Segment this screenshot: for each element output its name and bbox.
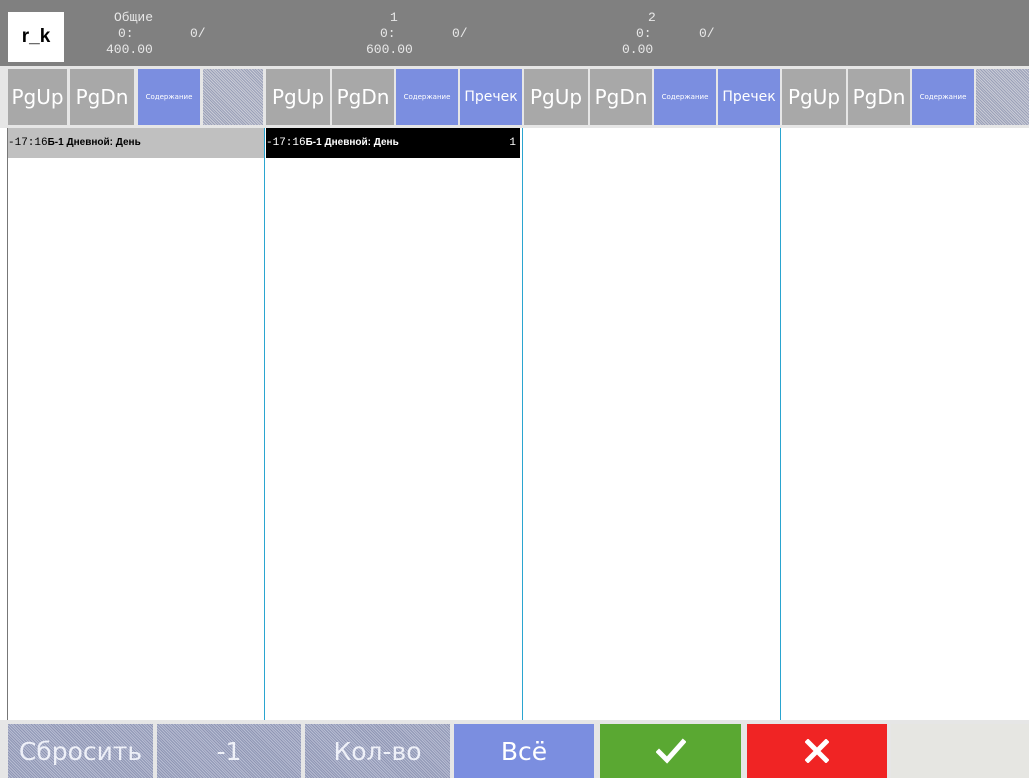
close-icon <box>805 739 829 763</box>
order-time: -17:16 <box>8 137 48 149</box>
pgup-button[interactable]: PgUp <box>266 69 330 125</box>
station-count: 0: <box>636 26 652 41</box>
pgdn-button[interactable]: PgDn <box>848 69 910 125</box>
contents-button[interactable]: Содержание <box>912 69 974 125</box>
checkmark-icon <box>655 738 686 764</box>
order-time: -17:16 <box>266 137 306 149</box>
confirm-button[interactable] <box>600 724 741 778</box>
column-divider <box>522 128 523 720</box>
reset-button[interactable]: Сбросить <box>8 724 153 778</box>
left-border <box>7 128 8 720</box>
station-sent: 0/ <box>452 26 468 41</box>
contents-button[interactable]: Содержание <box>654 69 716 125</box>
column-divider <box>264 128 265 720</box>
station-sum: 400.00 <box>106 42 153 57</box>
pgdn-button[interactable]: PgDn <box>70 69 134 125</box>
contents-button[interactable]: Содержание <box>138 69 200 125</box>
action-bar: Сбросить -1 Кол-во Всё <box>0 720 1029 778</box>
column-button-strip: PgUp PgDn Содержание PgUp PgDn Содержани… <box>0 66 1029 128</box>
order-name: Б-1 Дневной: День <box>305 137 399 148</box>
station-sent: 0/ <box>190 26 206 41</box>
station-sum: 600.00 <box>366 42 413 57</box>
minus-one-button[interactable]: -1 <box>157 724 301 778</box>
station-title: 2 <box>648 10 656 25</box>
pgup-button[interactable]: PgUp <box>8 69 67 125</box>
station-title: Общие <box>114 10 154 25</box>
order-card-selected[interactable]: -17:16Б-1 Дневной: День 1 <box>266 128 520 158</box>
order-count: 1 <box>509 137 516 149</box>
quantity-button[interactable]: Кол-во <box>305 724 450 778</box>
logo: r_k <box>8 12 64 62</box>
pgdn-button[interactable]: PgDn <box>590 69 652 125</box>
cancel-button[interactable] <box>747 724 887 778</box>
column-divider <box>780 128 781 720</box>
pgup-button[interactable]: PgUp <box>782 69 846 125</box>
all-button[interactable]: Всё <box>454 724 594 778</box>
order-card[interactable]: -17:16Б-1 Дневной: День <box>8 128 264 158</box>
disabled-button <box>976 69 1029 125</box>
station-sent: 0/ <box>699 26 715 41</box>
station-sum: 0.00 <box>622 42 654 57</box>
order-name: Б-1 Дневной: День <box>47 137 141 148</box>
pgup-button[interactable]: PgUp <box>524 69 588 125</box>
disabled-button <box>203 69 263 125</box>
precheck-button[interactable]: Пречек <box>718 69 780 125</box>
contents-button[interactable]: Содержание <box>396 69 458 125</box>
precheck-button[interactable]: Пречек <box>460 69 522 125</box>
station-count: 0: <box>380 26 396 41</box>
station-title: 1 <box>390 10 398 25</box>
header-bar: r_k Общие 0: 0/ 400.00 1 0: 0/ 600.00 2 … <box>0 0 1029 66</box>
empty-slot <box>891 724 1029 778</box>
station-count: 0: <box>118 26 134 41</box>
pgdn-button[interactable]: PgDn <box>332 69 394 125</box>
